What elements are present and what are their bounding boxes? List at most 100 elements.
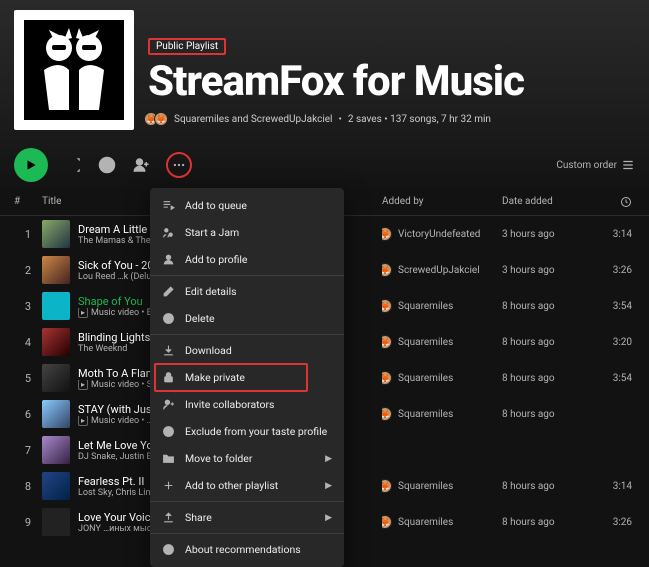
track-number: 3 <box>14 300 42 313</box>
chevron-right-icon: ▶ <box>325 454 332 464</box>
track-cover <box>42 400 70 428</box>
menu-label: Delete <box>185 312 215 325</box>
track-cover <box>42 508 70 536</box>
col-added-by[interactable]: Added by <box>382 196 502 211</box>
playlist-header: Public Playlist StreamFox for Music 🦊🦊 S… <box>0 0 649 138</box>
visibility-badge: Public Playlist <box>148 38 226 55</box>
menu-label: Make private <box>185 371 245 384</box>
playlist-byline: 🦊🦊 Squaremiles and ScrewedUpJakciel • 2 … <box>148 112 635 126</box>
duration: 3:54 <box>592 301 632 312</box>
menu-item-queue[interactable]: Add to queue <box>150 192 344 219</box>
menu-label: Exclude from your taste profile <box>185 425 327 438</box>
menu-label: Edit details <box>185 285 237 298</box>
playlist-stats: 2 saves • 137 songs, 7 hr 32 min <box>348 114 491 125</box>
menu-item-exclude[interactable]: Exclude from your taste profile <box>150 418 344 445</box>
track-cover <box>42 472 70 500</box>
menu-item-plus[interactable]: Add to other playlist ▶ <box>150 472 344 499</box>
menu-label: Move to folder <box>185 452 252 465</box>
duration: 3:20 <box>592 337 632 348</box>
invite-icon <box>162 398 175 411</box>
duration: 3:26 <box>592 517 632 528</box>
duration: 3:26 <box>592 265 632 276</box>
added-by[interactable]: 🦊Squaremiles <box>382 515 502 529</box>
menu-label: Start a Jam <box>185 226 239 239</box>
menu-separator <box>150 501 344 502</box>
added-by[interactable]: 🦊VictoryUndefeated <box>382 227 502 241</box>
menu-item-profile[interactable]: Add to profile <box>150 246 344 273</box>
menu-item-delete[interactable]: Delete <box>150 305 344 332</box>
track-artist[interactable]: The Weeknd <box>78 344 150 354</box>
share-icon <box>162 511 175 524</box>
track-cover <box>42 364 70 392</box>
added-by[interactable]: 🦊Squaremiles <box>382 299 502 313</box>
playlist-artwork <box>14 10 134 130</box>
exclude-icon <box>162 425 175 438</box>
shuffle-icon[interactable] <box>64 156 82 174</box>
more-options-button[interactable] <box>166 152 192 178</box>
menu-label: Invite collaborators <box>185 398 274 411</box>
lock-icon <box>162 371 175 384</box>
track-number: 7 <box>14 444 42 457</box>
menu-item-download[interactable]: Download <box>150 337 344 364</box>
track-cover <box>42 292 70 320</box>
added-by[interactable]: 🦊Squaremiles <box>382 479 502 493</box>
menu-item-share[interactable]: Share▶ <box>150 504 344 531</box>
add-user-icon[interactable] <box>132 156 150 174</box>
clock-icon <box>620 196 632 208</box>
menu-label: Download <box>185 344 232 357</box>
context-menu: Add to queue Start a Jam Add to profile Edi… <box>150 188 344 567</box>
jam-icon <box>162 226 175 239</box>
col-duration[interactable] <box>592 196 632 211</box>
menu-item-folder[interactable]: Move to folder ▶ <box>150 445 344 472</box>
menu-label: Add to profile <box>185 253 248 266</box>
menu-item-jam[interactable]: Start a Jam <box>150 219 344 246</box>
added-by[interactable]: 🦊ScrewedUpJakciel <box>382 263 502 277</box>
download-icon <box>162 344 175 357</box>
plus-icon <box>162 479 175 492</box>
menu-item-lock[interactable]: Make private <box>150 364 344 391</box>
menu-label: About recommendations <box>185 543 301 556</box>
avatar: 🦊 <box>154 112 168 126</box>
duration: 3:14 <box>592 229 632 240</box>
track-cover <box>42 220 70 248</box>
info-icon <box>162 543 175 556</box>
delete-icon <box>162 312 175 325</box>
download-icon[interactable] <box>98 156 116 174</box>
menu-item-invite[interactable]: Invite collaborators <box>150 391 344 418</box>
added-by[interactable]: 🦊Squaremiles <box>382 371 502 385</box>
track-number: 6 <box>14 408 42 421</box>
duration: 3:54 <box>592 373 632 384</box>
play-button[interactable] <box>14 148 48 182</box>
profile-icon <box>162 253 175 266</box>
date-added: 8 hours ago <box>502 517 592 528</box>
track-number: 5 <box>14 372 42 385</box>
track-number: 9 <box>14 516 42 529</box>
menu-label: Add to queue <box>185 199 247 212</box>
track-cover <box>42 328 70 356</box>
date-added: 8 hours ago <box>502 337 592 348</box>
playlist-title: StreamFox for Music <box>148 57 635 106</box>
track-number: 2 <box>14 264 42 277</box>
added-by[interactable]: 🦊Squaremiles <box>382 407 502 421</box>
date-added: 8 hours ago <box>502 301 592 312</box>
sort-selector[interactable]: Custom order <box>556 158 635 172</box>
menu-label: Add to other playlist <box>185 479 278 492</box>
chevron-right-icon: ▶ <box>325 481 332 491</box>
folder-icon <box>162 452 175 465</box>
track-number: 8 <box>14 480 42 493</box>
queue-icon <box>162 199 175 212</box>
track-cover <box>42 436 70 464</box>
menu-separator <box>150 334 344 335</box>
date-added: 3 hours ago <box>502 265 592 276</box>
added-by[interactable]: 🦊Squaremiles <box>382 335 502 349</box>
edit-icon <box>162 285 175 298</box>
menu-item-info[interactable]: About recommendations <box>150 536 344 563</box>
chevron-right-icon: ▶ <box>325 513 332 523</box>
menu-separator <box>150 275 344 276</box>
col-date[interactable]: Date added <box>502 196 592 211</box>
creators[interactable]: Squaremiles and ScrewedUpJakciel <box>174 114 333 125</box>
track-title[interactable]: Blinding Lights <box>78 331 150 344</box>
menu-item-edit[interactable]: Edit details <box>150 278 344 305</box>
duration: 3:14 <box>592 481 632 492</box>
track-number: 4 <box>14 336 42 349</box>
